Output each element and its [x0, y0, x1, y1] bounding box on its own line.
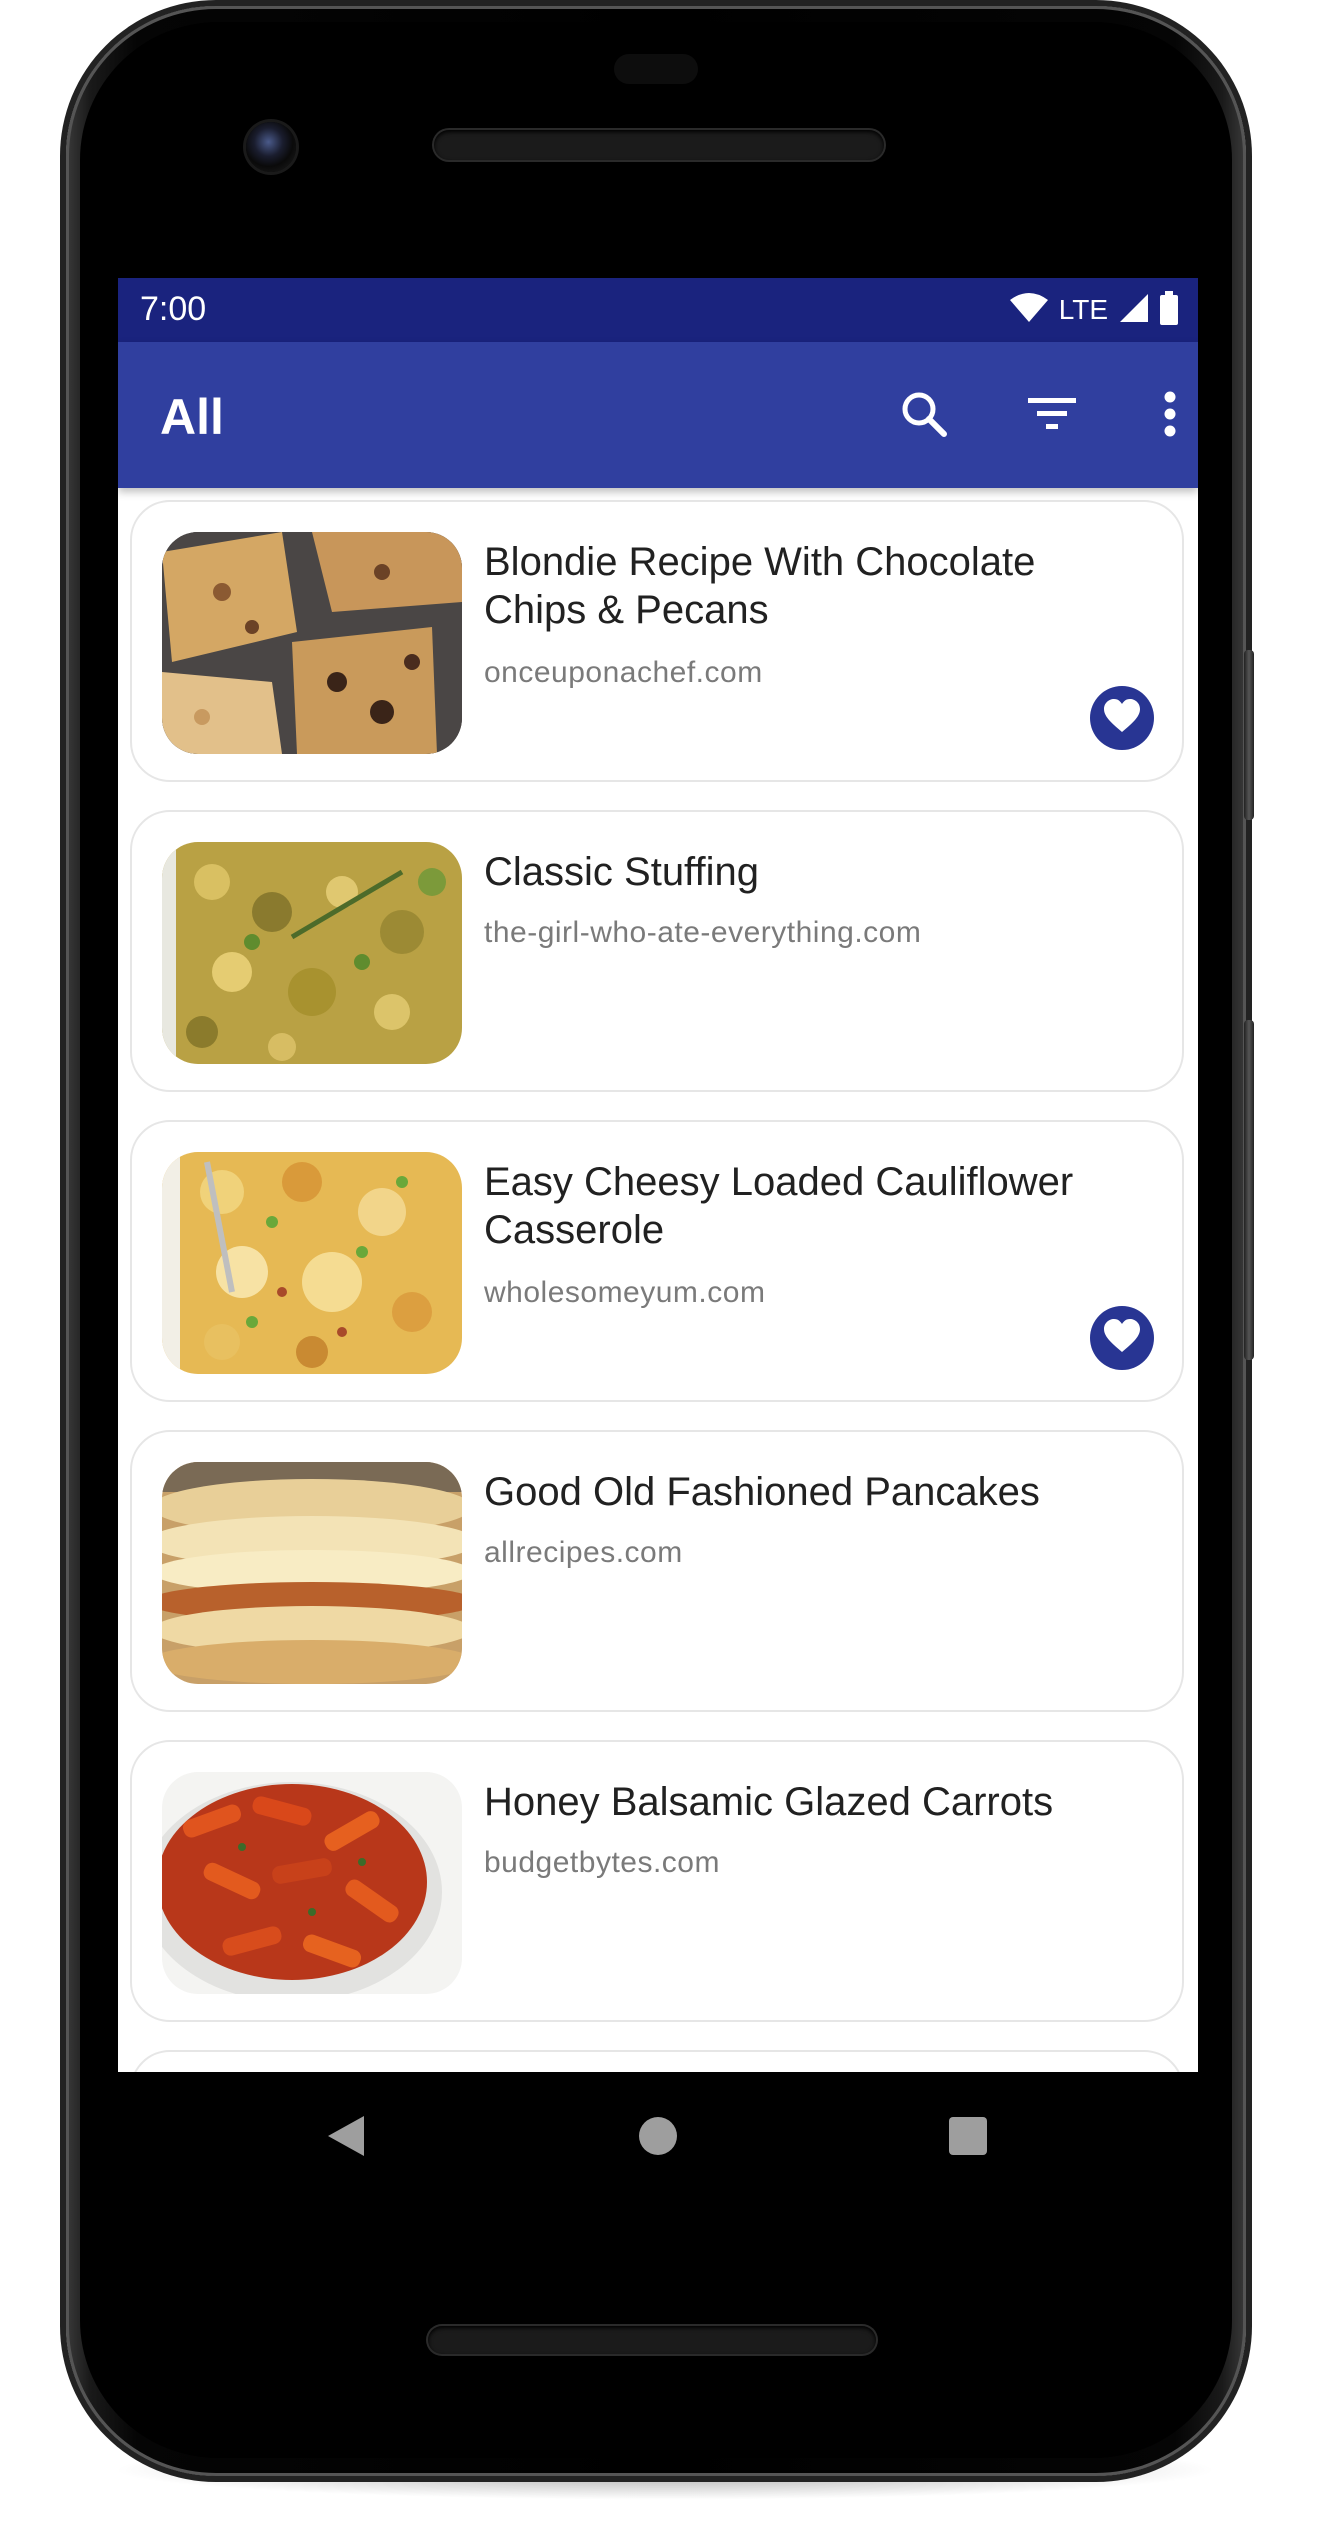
recipe-card[interactable]: Honey Balsamic Glazed Carrots budgetbyte…	[130, 1740, 1184, 2022]
home-button[interactable]	[630, 2110, 686, 2166]
back-icon	[326, 2114, 366, 2163]
recipe-list: Blondie Recipe With Chocolate Chips & Pe…	[118, 488, 1198, 2072]
status-time: 7:00	[140, 290, 207, 328]
favorite-button[interactable]	[1090, 686, 1154, 750]
filter-button[interactable]	[1022, 386, 1082, 446]
volume-button	[1244, 1020, 1254, 1360]
recipe-card[interactable]: Easy Cheesy Loaded Cauliflower Casserole…	[130, 1120, 1184, 1402]
recipe-card[interactable]: Blondie Recipe With Chocolate Chips & Pe…	[130, 500, 1184, 782]
signal-icon	[1118, 292, 1150, 329]
filter-icon	[1027, 394, 1077, 439]
bottom-speaker	[428, 2326, 876, 2354]
status-bar: 7:00 LTE	[118, 278, 1198, 342]
recipe-title: Easy Cheesy Loaded Cauliflower Casserole	[484, 1160, 1074, 1252]
recipe-card[interactable]: Classic Stuffing the-girl-who-ate-everyt…	[130, 810, 1184, 1092]
recipe-source: allrecipes.com	[484, 1536, 683, 1569]
recipe-image-blondies	[162, 532, 462, 754]
network-type: LTE	[1058, 294, 1108, 325]
recipe-source: wholesomeyum.com	[484, 1276, 766, 1309]
recipe-source: the-girl-who-ate-everything.com	[484, 916, 922, 949]
navigation-bar	[118, 2072, 1198, 2204]
wifi-icon	[1009, 292, 1049, 329]
recipe-title: Good Old Fashioned Pancakes	[484, 1470, 1040, 1514]
recipe-image-cauliflower-casserole	[162, 1152, 462, 1374]
page-title: All	[160, 389, 224, 445]
battery-icon	[1158, 290, 1180, 330]
recipe-card[interactable]	[130, 2050, 1184, 2072]
recipe-image-stuffing	[162, 842, 462, 1064]
power-button	[1244, 650, 1254, 820]
app-bar: All	[118, 342, 1198, 488]
heart-icon	[1102, 698, 1142, 739]
search-button[interactable]	[894, 386, 954, 446]
favorite-button[interactable]	[1090, 1306, 1154, 1370]
more-vert-icon	[1162, 390, 1178, 443]
recipe-title: Blondie Recipe With Chocolate Chips & Pe…	[484, 540, 1036, 632]
overflow-menu-button[interactable]	[1140, 386, 1198, 446]
recipe-title: Classic Stuffing	[484, 850, 759, 894]
status-icons: LTE	[1009, 290, 1180, 330]
screen: 7:00 LTE All Blondie Recipe With Chocola…	[118, 278, 1198, 2072]
recipe-card[interactable]: Good Old Fashioned Pancakes allrecipes.c…	[130, 1430, 1184, 1712]
recipe-title: Honey Balsamic Glazed Carrots	[484, 1780, 1054, 1824]
recipe-source: onceuponachef.com	[484, 656, 763, 689]
front-camera	[246, 122, 296, 172]
recents-button[interactable]	[940, 2110, 996, 2166]
recipe-image-pancakes	[162, 1462, 462, 1684]
recipe-image-carrots	[162, 1772, 462, 1994]
earpiece-speaker	[434, 130, 884, 160]
back-button[interactable]	[318, 2110, 374, 2166]
recents-icon	[948, 2116, 988, 2161]
search-icon	[899, 389, 949, 444]
recipe-source: budgetbytes.com	[484, 1846, 720, 1879]
proximity-sensor	[614, 54, 698, 84]
heart-icon	[1102, 1318, 1142, 1359]
home-icon	[638, 2116, 678, 2161]
